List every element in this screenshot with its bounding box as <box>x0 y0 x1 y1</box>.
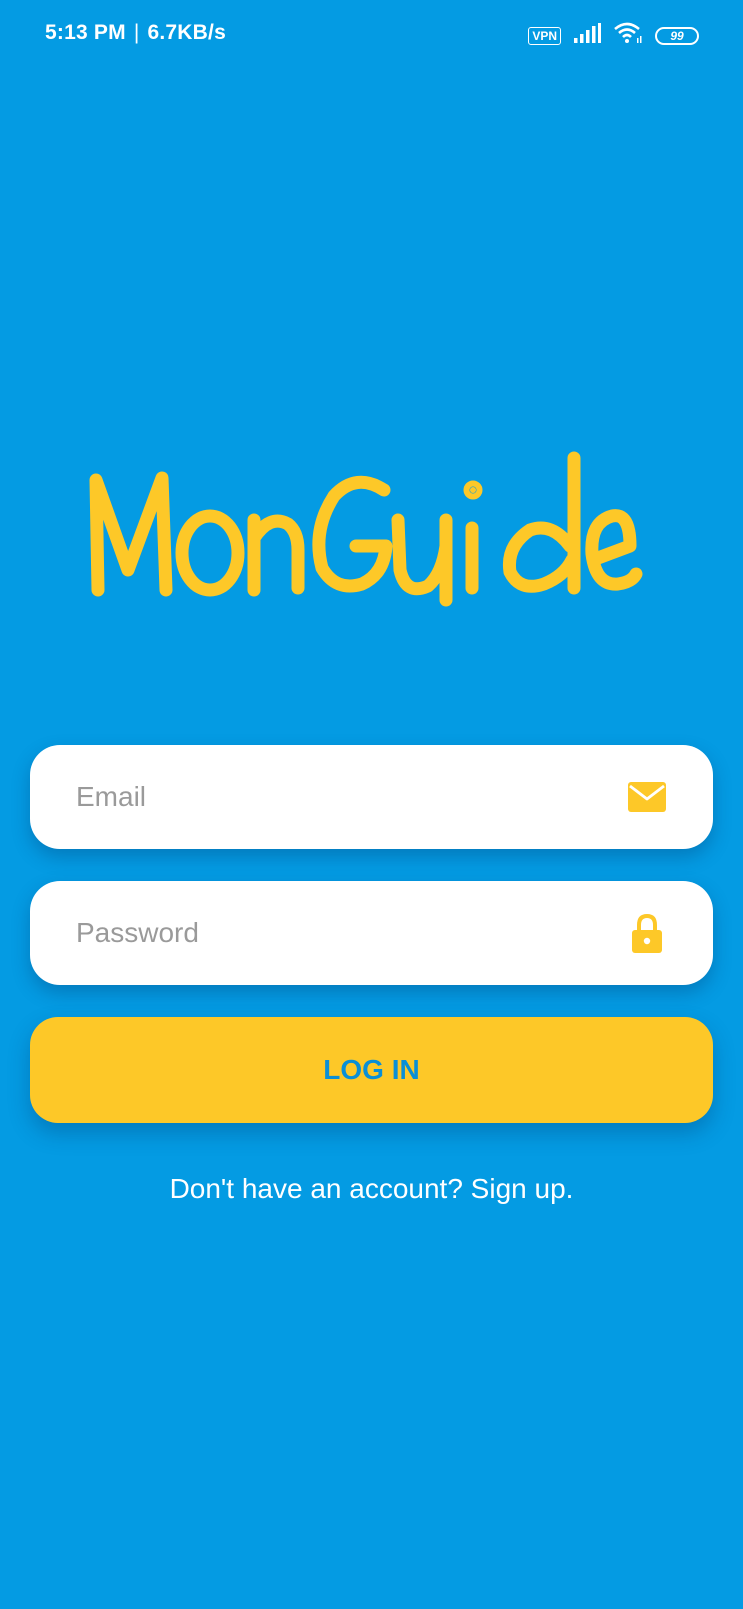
status-bar: 5:13 PM | 6.7KB/s VPN 99 <box>0 0 743 70</box>
status-left: 5:13 PM | 6.7KB/s <box>45 21 226 45</box>
app-logo <box>84 450 664 630</box>
vpn-badge: VPN <box>528 26 561 45</box>
login-button-label: LOG IN <box>323 1054 420 1085</box>
signup-link[interactable]: Don't have an account? Sign up. <box>0 1173 743 1205</box>
status-time: 5:13 PM <box>45 21 126 44</box>
wifi-icon <box>613 22 643 49</box>
email-input[interactable] <box>76 745 616 849</box>
email-field[interactable] <box>30 745 713 849</box>
password-field[interactable] <box>30 881 713 985</box>
signal-icon <box>573 23 601 48</box>
battery-indicator: 99 <box>655 26 699 45</box>
status-right: VPN 99 <box>528 22 699 49</box>
password-input[interactable] <box>76 881 616 985</box>
logo-wordmark <box>89 451 643 607</box>
envelope-icon <box>627 777 667 817</box>
lock-icon <box>627 913 667 953</box>
login-button[interactable]: LOG IN <box>30 1017 713 1123</box>
status-separator: | <box>133 21 140 44</box>
network-speed: 6.7KB/s <box>147 21 226 44</box>
